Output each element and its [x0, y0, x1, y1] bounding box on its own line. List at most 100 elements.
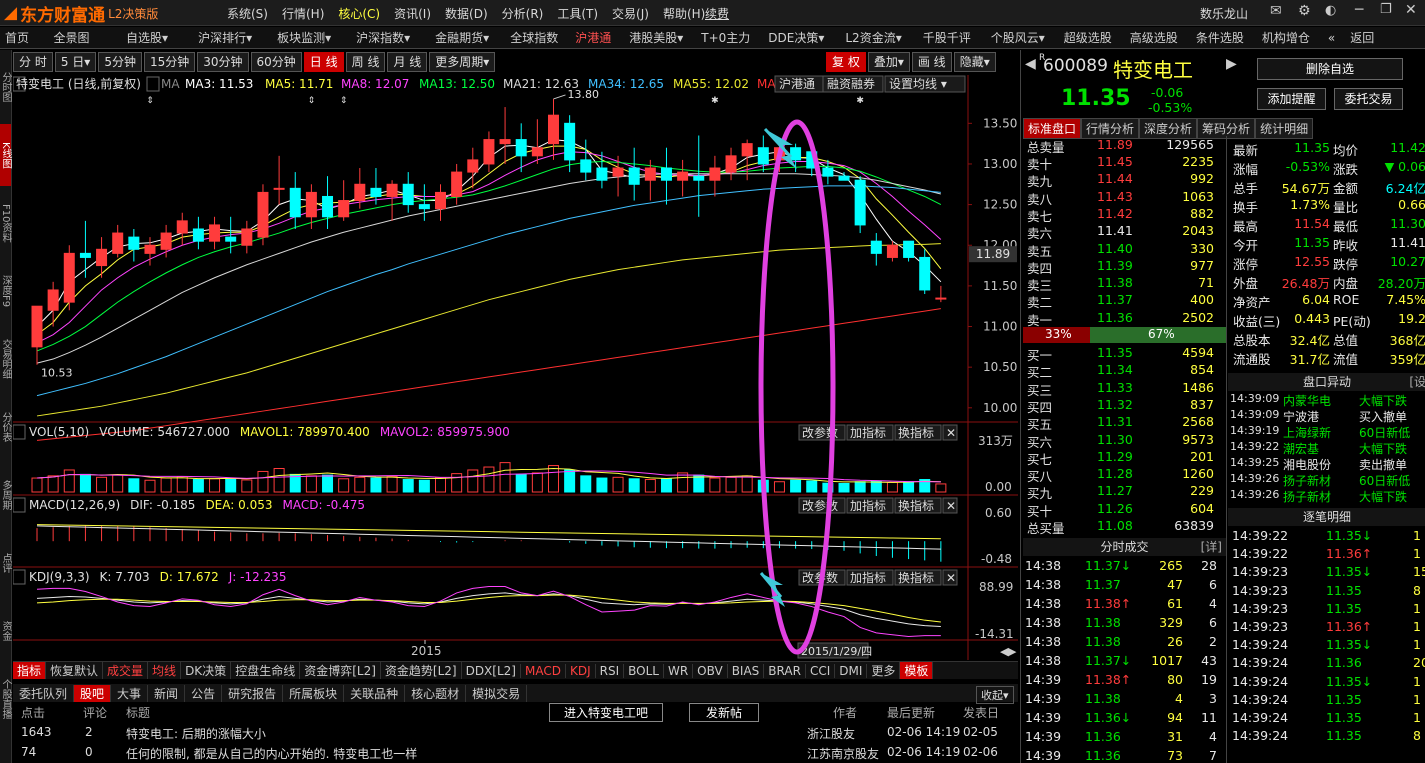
side-tab-4[interactable]: 交易明细	[0, 328, 11, 390]
menu-item-8[interactable]: 帮助(H)	[656, 5, 712, 22]
remove-watchlist-button[interactable]: 删除自选	[1257, 58, 1403, 80]
settings-icon[interactable]: ⚙	[1298, 3, 1311, 19]
chart-tool-1[interactable]: 叠加▾	[867, 52, 910, 72]
period-8[interactable]: 月 线	[387, 52, 428, 72]
quote-tab-4[interactable]: 统计明细	[1255, 118, 1314, 139]
menu-item-3[interactable]: 资讯(I)	[387, 5, 438, 22]
close-icon[interactable]: ✕	[1405, 2, 1417, 18]
forum-tab-5[interactable]: 研究报告	[222, 684, 284, 702]
forum-tab-4[interactable]: 公告	[185, 684, 223, 702]
chart-tool-0[interactable]: 复 权	[826, 52, 866, 72]
nav-item-5[interactable]: 沪深指数▾	[343, 29, 423, 46]
forum-tab-6[interactable]: 所属板块	[283, 684, 345, 702]
period-7[interactable]: 周 线	[345, 52, 386, 72]
maximize-icon[interactable]: ❐	[1380, 2, 1392, 17]
indicator-3[interactable]: 均线	[148, 662, 182, 679]
indicator-0[interactable]: 指标	[13, 662, 47, 679]
period-3[interactable]: 15分钟	[143, 52, 196, 72]
indicator-11[interactable]: RSI	[596, 663, 625, 678]
side-tab-2[interactable]: F10资料	[0, 192, 11, 254]
nav-item-7[interactable]: 全球指数	[501, 29, 567, 46]
side-tab-7[interactable]: 点评	[0, 532, 11, 594]
period-1[interactable]: 5 日▾	[54, 52, 97, 72]
minimize-icon[interactable]: ─	[1355, 2, 1363, 18]
forum-row[interactable]: 74 0 任何的限制, 都是从自己的内心开始的. 特变电工也一样 江苏南京股友 02-0…	[13, 743, 1018, 763]
event-marker-icon[interactable]: ⇕	[308, 96, 316, 106]
indicator-8[interactable]: DDX[L2]	[462, 663, 521, 678]
event-marker-icon[interactable]: ⇕	[146, 96, 154, 106]
nav-item-15[interactable]: 超级选股	[1055, 29, 1121, 46]
nav-item-0[interactable]: 首页	[0, 29, 34, 46]
side-tab-6[interactable]: 多周期	[0, 464, 11, 526]
period-4[interactable]: 30分钟	[197, 52, 249, 72]
chart-tool-2[interactable]: 画 线	[911, 52, 952, 72]
nav-item-3[interactable]: 沪深排行▾	[185, 29, 265, 46]
nav-item-13[interactable]: 千股千评	[913, 29, 981, 46]
nav-item-10[interactable]: T+0主力	[693, 29, 758, 46]
kline-chart[interactable]: 特变电工 (日线,前复权) MA MA3: 11.53 MA5: 11.71 MA8: …	[13, 75, 1018, 660]
forum-tab-7[interactable]: 关联品种	[344, 684, 406, 702]
forum-tab-3[interactable]: 新闻	[148, 684, 186, 702]
mail-icon[interactable]: ✉	[1270, 3, 1282, 19]
nav-item-11[interactable]: DDE决策▾	[758, 29, 834, 46]
menu-item-0[interactable]: 系统(S)	[220, 5, 275, 22]
scroll-right-icon[interactable]: ▶	[1008, 645, 1017, 658]
period-2[interactable]: 5分钟	[98, 52, 142, 72]
forum-tab-1[interactable]: 股吧	[74, 684, 112, 702]
indicator-6[interactable]: 资金博弈[L2]	[300, 662, 381, 679]
indicator-2[interactable]: 成交量	[103, 662, 149, 679]
side-tab-8[interactable]: 资金	[0, 600, 11, 662]
event-marker-icon[interactable]: ✱	[711, 96, 719, 106]
add-alert-button[interactable]: 添加提醒	[1257, 88, 1326, 110]
period-5[interactable]: 60分钟	[250, 52, 302, 72]
back-arrow-icon[interactable]: ◀	[1025, 56, 1036, 72]
indicator-16[interactable]: BRAR	[764, 663, 806, 678]
trade-button[interactable]: 委托交易	[1334, 88, 1403, 110]
indicator-15[interactable]: BIAS	[728, 663, 765, 678]
menu-item-4[interactable]: 数据(D)	[438, 5, 495, 22]
quote-tab-2[interactable]: 深度分析	[1139, 118, 1198, 139]
nav-item-16[interactable]: 高级选股	[1121, 29, 1187, 46]
event-marker-icon[interactable]: ✱	[856, 96, 864, 106]
nav-item-12[interactable]: L2资金流▾	[834, 29, 912, 46]
indicator-1[interactable]: 恢复默认	[46, 662, 104, 679]
period-0[interactable]: 分 时	[13, 52, 53, 72]
side-tab-3[interactable]: 深度F9	[0, 260, 11, 322]
period-6[interactable]: 日 线	[303, 52, 344, 72]
nav-item-4[interactable]: 板块监测▾	[265, 29, 343, 46]
indicator-10[interactable]: KDJ	[566, 663, 596, 678]
indicator-20[interactable]: 模板	[900, 662, 934, 679]
nav-item-14[interactable]: 个股风云▾	[981, 29, 1055, 46]
menu-item-2[interactable]: 核心(C)	[331, 5, 387, 22]
chart-tool-3[interactable]: 隐藏▾	[953, 52, 996, 72]
menu-item-7[interactable]: 交易(J)	[605, 5, 656, 22]
forum-tab-0[interactable]: 委托队列	[13, 684, 75, 702]
nav-item-6[interactable]: 金融期货▾	[423, 29, 501, 46]
enter-forum-button[interactable]: 进入特变电工吧	[549, 703, 664, 722]
new-post-button[interactable]: 发新帖	[689, 703, 760, 722]
nav-item-17[interactable]: 条件选股	[1187, 29, 1253, 46]
menu-item-1[interactable]: 行情(H)	[275, 5, 331, 22]
quote-tab-0[interactable]: 标准盘口	[1023, 118, 1082, 139]
event-marker-icon[interactable]: ⇕	[340, 96, 348, 106]
forum-tab-2[interactable]: 大事	[111, 684, 149, 702]
quote-tab-1[interactable]: 行情分析	[1081, 118, 1140, 139]
side-tab-1[interactable]: K线图	[0, 124, 11, 186]
indicator-9[interactable]: MACD	[521, 663, 566, 678]
skin-icon[interactable]: ◐	[1325, 3, 1336, 18]
indicator-4[interactable]: DK决策	[181, 662, 232, 679]
indicator-5[interactable]: 控盘生命线	[231, 662, 301, 679]
indicator-17[interactable]: CCI	[806, 663, 836, 678]
nav-item-2[interactable]: 自选股▾	[109, 29, 185, 46]
forum-tab-8[interactable]: 核心题材	[405, 684, 467, 702]
side-tab-0[interactable]: 分时图	[0, 56, 11, 118]
nav-item-20[interactable]: 返回	[1344, 29, 1380, 46]
menu-item-5[interactable]: 分析(R)	[495, 5, 551, 22]
forum-tab-9[interactable]: 模拟交易	[466, 684, 528, 702]
forward-arrow-icon[interactable]: ▶	[1226, 56, 1237, 72]
nav-item-1[interactable]: 全景图	[34, 29, 109, 46]
indicator-19[interactable]: 更多	[867, 662, 901, 679]
collapse-button[interactable]: 收起▾	[976, 686, 1014, 704]
forum-row[interactable]: 1643 2 特变电工: 后期的涨幅大小 浙江股友 02-06 14:19 02-05	[13, 723, 1018, 743]
side-tab-9[interactable]: 个股直播	[0, 668, 11, 730]
